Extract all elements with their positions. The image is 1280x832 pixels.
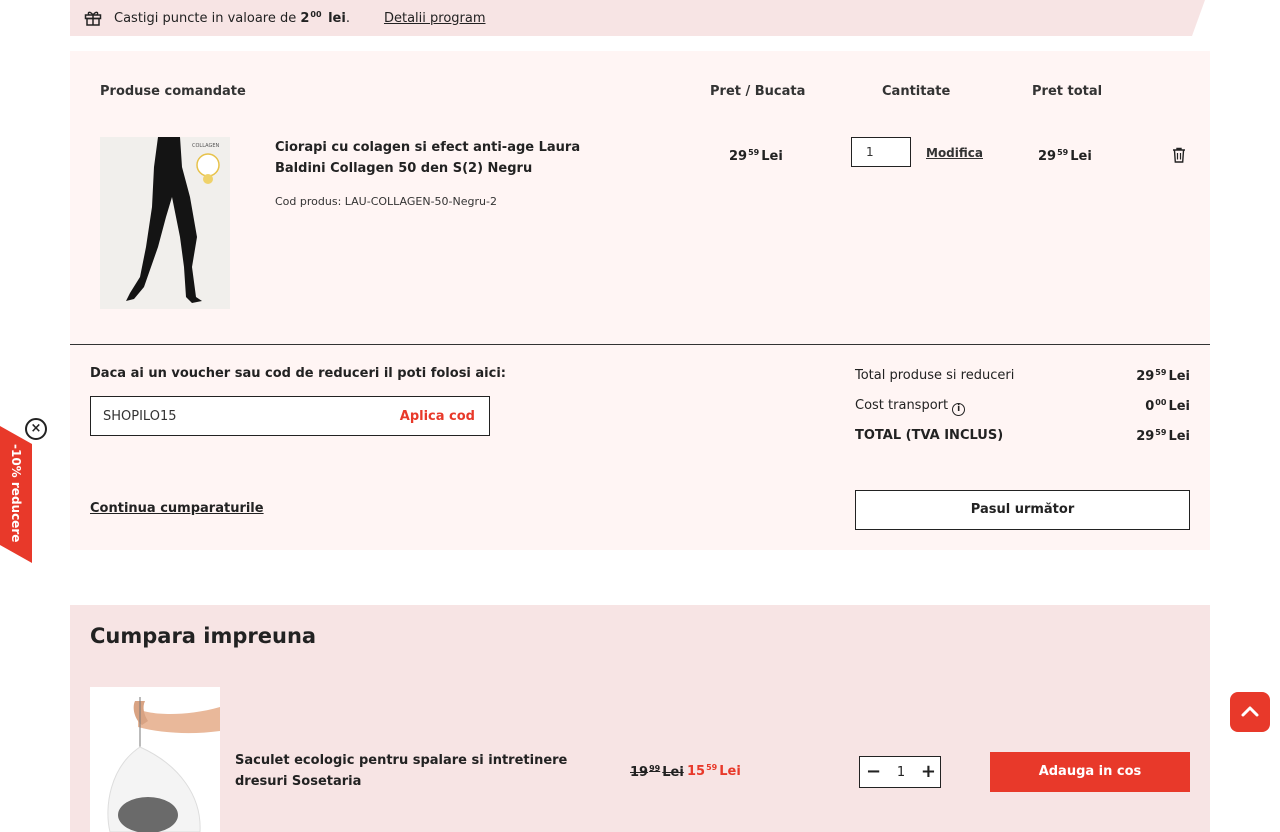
bag-product-name[interactable]: Saculet ecologic pentru spalare si intre… <box>235 750 615 792</box>
header-quantity: Cantitate <box>882 84 951 99</box>
product-code: Cod produs: LAU-COLLAGEN-50-Negru-2 <box>275 195 497 208</box>
quantity-stepper[interactable]: − 1 + <box>859 756 941 788</box>
add-to-cart-button[interactable]: Adauga in cos <box>990 752 1190 792</box>
laundry-bag-illustration <box>90 687 220 832</box>
collagen-badge: COLLAGEN <box>192 143 219 149</box>
back-to-top-button[interactable] <box>1230 692 1270 732</box>
tights-illustration: COLLAGEN <box>100 137 230 309</box>
voucher-label: Daca ai un voucher sau cod de reduceri i… <box>90 366 506 381</box>
voucher-input[interactable]: SHOPILO15 Aplica cod <box>90 396 490 436</box>
chevron-up-icon <box>1241 706 1259 717</box>
voucher-value[interactable]: SHOPILO15 <box>103 409 177 424</box>
loyalty-banner: Castigi puncte in valoare de 200 lei. De… <box>70 0 1205 36</box>
apply-code-button[interactable]: Aplica cod <box>400 409 475 424</box>
product-name[interactable]: Ciorapi cu colagen si efect anti-age Lau… <box>275 137 625 179</box>
discount-label: -10% reducere <box>9 444 23 543</box>
next-step-button[interactable]: Pasul următor <box>855 490 1190 530</box>
summary-transport-label: Cost transport i <box>855 398 966 416</box>
bag-product-image[interactable] <box>90 687 220 832</box>
cart-section: Produse comandate Pret / Bucata Cantitat… <box>70 51 1210 550</box>
section-divider <box>70 344 1210 345</box>
continue-shopping-link[interactable]: Continua cumparaturile <box>90 501 264 516</box>
product-image[interactable]: COLLAGEN <box>100 137 230 309</box>
line-total-price: 2959 Lei <box>1038 148 1092 164</box>
old-price: 1999 Lei <box>630 764 684 780</box>
banner-text: Castigi puncte in valoare de 200 lei. <box>114 10 350 26</box>
summary-transport-value: 000 Lei <box>1145 398 1190 414</box>
summary-total-label: TOTAL (TVA INCLUS) <box>855 428 1004 443</box>
buy-together-section: Cumpara impreuna Saculet ecologic pentru… <box>70 605 1210 832</box>
unit-price: 2959 Lei <box>729 148 783 164</box>
header-unit-price: Pret / Bucata <box>710 84 806 99</box>
new-price: 1559 Lei <box>687 763 741 779</box>
header-total-price: Pret total <box>1032 84 1103 99</box>
header-products: Produse comandate <box>100 84 246 99</box>
info-icon[interactable]: i <box>952 403 966 416</box>
summary-total-value: 2959 Lei <box>1136 428 1190 444</box>
discount-side-tab[interactable]: -10% reducere <box>0 426 32 563</box>
plus-icon[interactable]: + <box>921 761 936 783</box>
quantity-input[interactable]: 1 <box>851 137 911 167</box>
summary-products-value: 2959 Lei <box>1136 368 1190 384</box>
modify-quantity-link[interactable]: Modifica <box>926 146 983 160</box>
summary-products-label: Total produse si reduceri <box>855 368 1015 383</box>
close-icon[interactable]: × <box>25 418 47 440</box>
program-details-link[interactable]: Detalii program <box>384 11 486 26</box>
trash-icon[interactable] <box>1172 147 1186 163</box>
buy-together-title: Cumpara impreuna <box>90 624 317 648</box>
gift-icon <box>84 11 102 26</box>
